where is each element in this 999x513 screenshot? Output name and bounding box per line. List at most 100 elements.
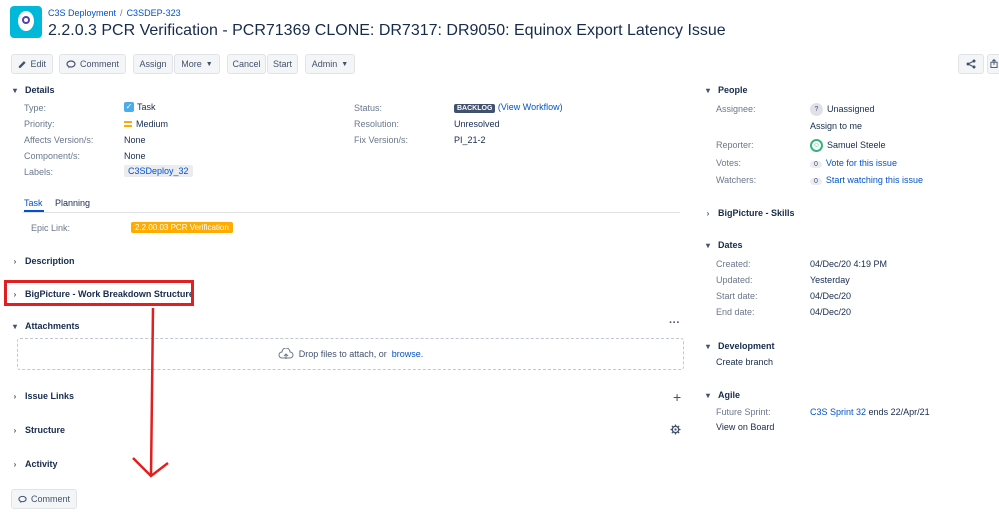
more-label: More xyxy=(181,59,202,69)
footer-comment-button[interactable]: Comment xyxy=(11,489,77,509)
status-badge: BACKLOG xyxy=(454,104,496,113)
component-label: Component/s: xyxy=(24,151,81,161)
caret-right-icon: › xyxy=(13,391,17,401)
question-avatar-icon: ? xyxy=(810,103,823,116)
assign-button[interactable]: Assign xyxy=(133,54,173,74)
start-date-label: Start date: xyxy=(716,291,758,301)
issue-links-section-header[interactable]: › Issue Links xyxy=(11,391,74,401)
create-branch-link[interactable]: Create branch xyxy=(716,357,773,367)
gear-icon[interactable] xyxy=(670,424,681,437)
people-section-header[interactable]: ▾ People xyxy=(704,85,748,95)
add-link-plus-icon[interactable]: + xyxy=(673,389,681,405)
caret-down-icon: ▾ xyxy=(705,85,710,95)
votes-label: Votes: xyxy=(716,158,742,168)
share-icon xyxy=(966,59,976,69)
updated-label: Updated: xyxy=(716,275,753,285)
start-date-value: 04/Dec/20 xyxy=(810,291,852,301)
reporter-label: Reporter: xyxy=(716,140,754,150)
activity-section-header[interactable]: › Activity xyxy=(11,459,58,469)
edit-button[interactable]: Edit xyxy=(11,54,53,74)
view-workflow-link[interactable]: (View Workflow) xyxy=(498,102,563,112)
tab-task[interactable]: Task xyxy=(24,198,43,208)
future-sprint-value: C3S Sprint 32 ends 22/Apr/21 xyxy=(810,407,930,417)
caret-down-icon: ▾ xyxy=(12,85,17,95)
tab-divider xyxy=(22,212,680,213)
skills-section-header[interactable]: › BigPicture - Skills xyxy=(704,208,795,218)
comment-label: Comment xyxy=(79,59,119,69)
resolution-label: Resolution: xyxy=(354,119,400,129)
dates-section-header[interactable]: ▾ Dates xyxy=(704,240,743,250)
watchers-count: 0 xyxy=(810,178,822,185)
future-sprint-label: Future Sprint: xyxy=(716,407,771,417)
end-date-label: End date: xyxy=(716,307,755,317)
cancel-label: Cancel xyxy=(232,59,261,69)
admin-button[interactable]: Admin ▼ xyxy=(305,54,355,74)
watch-link[interactable]: Start watching this issue xyxy=(826,175,923,185)
comment-button[interactable]: Comment xyxy=(59,54,126,74)
epic-link-chip[interactable]: 2.2.00.03 PCR Verification xyxy=(131,222,233,233)
structure-section-header[interactable]: › Structure xyxy=(11,425,65,435)
assignee-value: ? Unassigned xyxy=(810,103,875,116)
assign-label: Assign xyxy=(139,59,167,69)
votes-value: 0 Vote for this issue xyxy=(810,158,897,168)
skills-title: BigPicture - Skills xyxy=(718,208,795,218)
footer-comment-label: Comment xyxy=(30,494,70,504)
development-section-header[interactable]: ▾ Development xyxy=(704,341,775,351)
upload-cloud-icon xyxy=(278,348,294,359)
caret-down-icon: ▾ xyxy=(705,390,710,400)
breadcrumb-separator: / xyxy=(120,8,123,18)
start-button[interactable]: Start xyxy=(267,54,298,74)
view-on-board-link[interactable]: View on Board xyxy=(716,422,774,432)
details-title: Details xyxy=(25,85,55,95)
type-label: Type: xyxy=(24,103,47,113)
priority-text: Medium xyxy=(136,119,169,129)
attachment-dropzone[interactable]: Drop files to attach, or browse. xyxy=(17,338,684,370)
description-title: Description xyxy=(25,256,75,266)
tab-planning[interactable]: Planning xyxy=(55,198,90,208)
label-chip[interactable]: C3SDeploy_32 xyxy=(124,165,193,177)
structure-title: Structure xyxy=(25,425,66,435)
admin-label: Admin xyxy=(311,59,338,69)
priority-value: Medium xyxy=(124,119,168,129)
vote-link[interactable]: Vote for this issue xyxy=(826,158,897,168)
equals-icon xyxy=(124,121,132,127)
attachments-title: Attachments xyxy=(25,321,80,331)
speech-bubble-icon xyxy=(18,495,27,503)
development-title: Development xyxy=(718,341,775,351)
caret-right-icon: › xyxy=(13,256,17,266)
epic-link-label: Epic Link: xyxy=(31,223,71,233)
priority-label: Priority: xyxy=(24,119,55,129)
details-section-header[interactable]: ▾ Details xyxy=(11,85,55,95)
caret-right-icon: › xyxy=(706,208,710,218)
description-section-header[interactable]: › Description xyxy=(11,256,75,266)
share-button[interactable] xyxy=(958,54,984,74)
status-label: Status: xyxy=(354,103,383,113)
browse-link[interactable]: browse. xyxy=(392,349,424,359)
status-value: BACKLOG (View Workflow) xyxy=(454,102,563,113)
assignee-text: Unassigned xyxy=(827,103,875,114)
agile-section-header[interactable]: ▾ Agile xyxy=(704,390,740,400)
caret-right-icon: › xyxy=(13,459,17,469)
cancel-button[interactable]: Cancel xyxy=(227,54,266,74)
reporter-value[interactable]: ☺ Samuel Steele xyxy=(810,139,886,152)
agile-title: Agile xyxy=(718,390,741,400)
pencil-icon xyxy=(18,60,26,68)
sprint-link[interactable]: C3S Sprint 32 xyxy=(810,407,866,417)
assign-to-me-link[interactable]: Assign to me xyxy=(810,121,862,131)
votes-count: 0 xyxy=(810,161,822,168)
breadcrumb-project[interactable]: C3S Deployment xyxy=(48,8,116,18)
created-value: 04/Dec/20 4:19 PM xyxy=(810,259,888,269)
affects-value: None xyxy=(124,135,146,145)
caret-right-icon: › xyxy=(13,425,17,435)
export-button[interactable] xyxy=(987,54,999,74)
fix-version-link[interactable]: PI_21-2 xyxy=(454,135,486,145)
attachments-section-header[interactable]: ▾ Attachments xyxy=(11,321,80,331)
issue-links-title: Issue Links xyxy=(25,391,75,401)
more-button[interactable]: More ▼ xyxy=(174,54,220,74)
export-icon xyxy=(990,59,998,68)
edit-label: Edit xyxy=(30,59,46,69)
ellipsis-icon[interactable]: ··· xyxy=(669,317,680,329)
fix-version-label: Fix Version/s: xyxy=(354,135,409,145)
project-avatar[interactable] xyxy=(10,6,42,38)
breadcrumb-issue-key[interactable]: C3SDEP-323 xyxy=(127,8,181,18)
